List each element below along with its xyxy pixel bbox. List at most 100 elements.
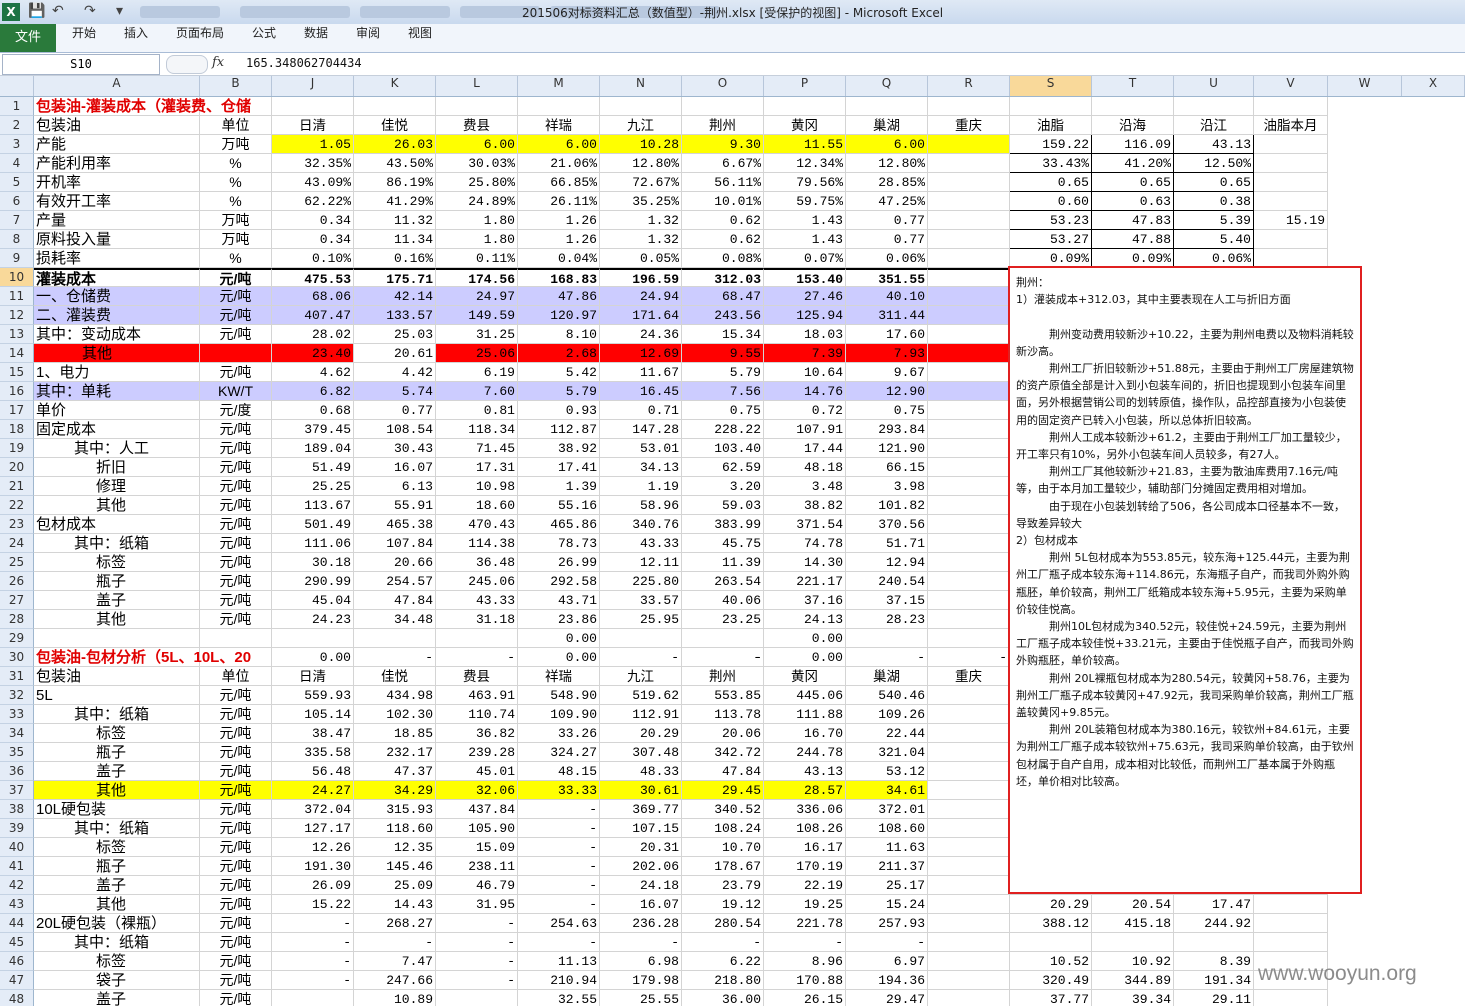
cell-l16[interactable]: 7.60: [436, 382, 518, 401]
cell-r14[interactable]: [928, 344, 1010, 363]
cell-s43[interactable]: 20.29: [1010, 895, 1092, 914]
cell-m15[interactable]: 5.42: [518, 363, 600, 382]
cell-t5[interactable]: 0.65: [1092, 173, 1174, 192]
cell-a16[interactable]: 其中：单耗: [34, 382, 200, 401]
cell-j32[interactable]: 559.93: [272, 686, 354, 705]
cell-n8[interactable]: 1.32: [600, 230, 682, 249]
cell-u3[interactable]: 43.13: [1174, 135, 1254, 154]
cell-k47[interactable]: 247.66: [354, 971, 436, 990]
row-header[interactable]: 44: [0, 914, 34, 933]
cell-o39[interactable]: 108.24: [682, 819, 764, 838]
cell-u7[interactable]: 5.39: [1174, 211, 1254, 230]
cell-k30[interactable]: -: [354, 648, 436, 667]
cell-o19[interactable]: 103.40: [682, 439, 764, 458]
cell-v44[interactable]: [1254, 914, 1328, 933]
cell-m9[interactable]: 0.04%: [518, 249, 600, 268]
cell-b41[interactable]: 元/吨: [200, 857, 272, 876]
cell-n21[interactable]: 1.19: [600, 477, 682, 496]
cell-o43[interactable]: 19.12: [682, 895, 764, 914]
cell-p22[interactable]: 38.82: [764, 496, 846, 515]
cell-l7[interactable]: 1.80: [436, 211, 518, 230]
cell-o37[interactable]: 29.45: [682, 781, 764, 800]
tab-review[interactable]: 审阅: [356, 24, 380, 52]
cell-o1[interactable]: [682, 97, 764, 116]
cell-j13[interactable]: 28.02: [272, 325, 354, 344]
cell-u5[interactable]: 0.65: [1174, 173, 1254, 192]
cell-j11[interactable]: 68.06: [272, 287, 354, 306]
cell-n36[interactable]: 48.33: [600, 762, 682, 781]
formula-input[interactable]: 165.348062704434: [246, 56, 362, 70]
row-header[interactable]: 3: [0, 135, 34, 154]
cell-q7[interactable]: 0.77: [846, 211, 928, 230]
cell-a4[interactable]: 产能利用率: [34, 154, 200, 173]
row-header[interactable]: 43: [0, 895, 34, 914]
row-header[interactable]: 26: [0, 572, 34, 591]
cell-b34[interactable]: 元/吨: [200, 724, 272, 743]
cell-v45[interactable]: [1254, 933, 1328, 952]
cell-a48[interactable]: 盖子: [34, 990, 200, 1006]
cell-k5[interactable]: 86.19%: [354, 173, 436, 192]
cell-r27[interactable]: [928, 591, 1010, 610]
cell-l6[interactable]: 24.89%: [436, 192, 518, 211]
cell-a36[interactable]: 盖子: [34, 762, 200, 781]
cell-q42[interactable]: 25.17: [846, 876, 928, 895]
row-header[interactable]: 15: [0, 363, 34, 382]
cell-p5[interactable]: 79.56%: [764, 173, 846, 192]
cell-b13[interactable]: 元/吨: [200, 325, 272, 344]
cell-o42[interactable]: 23.79: [682, 876, 764, 895]
cell-l19[interactable]: 71.45: [436, 439, 518, 458]
row-header[interactable]: 25: [0, 553, 34, 572]
cell-m45[interactable]: -: [518, 933, 600, 952]
cell-a11[interactable]: 一、仓储费: [34, 287, 200, 306]
cell-k48[interactable]: 10.89: [354, 990, 436, 1006]
cell-b39[interactable]: 元/吨: [200, 819, 272, 838]
cell-r11[interactable]: [928, 287, 1010, 306]
cell-o44[interactable]: 280.54: [682, 914, 764, 933]
cell-j48[interactable]: [272, 990, 354, 1006]
cell-q32[interactable]: 540.46: [846, 686, 928, 705]
cell-p4[interactable]: 12.34%: [764, 154, 846, 173]
cell-a35[interactable]: 瓶子: [34, 743, 200, 762]
cell-a2[interactable]: 包装油: [34, 116, 200, 135]
cell-o31[interactable]: 荆州: [682, 667, 764, 686]
cell-b47[interactable]: 元/吨: [200, 971, 272, 990]
cell-a17[interactable]: 单价: [34, 401, 200, 420]
cell-r47[interactable]: [928, 971, 1010, 990]
row-header[interactable]: 31: [0, 667, 34, 686]
cell-n7[interactable]: 1.32: [600, 211, 682, 230]
cell-j47[interactable]: -: [272, 971, 354, 990]
cell-o38[interactable]: 340.52: [682, 800, 764, 819]
cell-m48[interactable]: 32.55: [518, 990, 600, 1006]
cell-j27[interactable]: 45.04: [272, 591, 354, 610]
cell-r31[interactable]: 重庆: [928, 667, 1010, 686]
cell-m44[interactable]: 254.63: [518, 914, 600, 933]
row-header[interactable]: 42: [0, 876, 34, 895]
cell-m28[interactable]: 23.86: [518, 610, 600, 629]
cell-o14[interactable]: 9.55: [682, 344, 764, 363]
cell-b1[interactable]: [200, 97, 272, 116]
cell-r20[interactable]: [928, 458, 1010, 477]
cell-u48[interactable]: 29.11: [1174, 990, 1254, 1006]
column-header-k[interactable]: K: [354, 76, 436, 96]
cell-j5[interactable]: 43.09%: [272, 173, 354, 192]
cell-b3[interactable]: 万吨: [200, 135, 272, 154]
cell-j36[interactable]: 56.48: [272, 762, 354, 781]
cell-p42[interactable]: 22.19: [764, 876, 846, 895]
cell-r19[interactable]: [928, 439, 1010, 458]
cell-s47[interactable]: 320.49: [1010, 971, 1092, 990]
formula-controls[interactable]: [166, 55, 208, 74]
cell-a46[interactable]: 标签: [34, 952, 200, 971]
cell-v8[interactable]: [1254, 230, 1328, 249]
cell-r33[interactable]: [928, 705, 1010, 724]
row-header[interactable]: 39: [0, 819, 34, 838]
cell-n11[interactable]: 24.94: [600, 287, 682, 306]
cell-l48[interactable]: [436, 990, 518, 1006]
cell-m36[interactable]: 48.15: [518, 762, 600, 781]
cell-l12[interactable]: 149.59: [436, 306, 518, 325]
cell-v6[interactable]: [1254, 192, 1328, 211]
cell-j22[interactable]: 113.67: [272, 496, 354, 515]
column-header-l[interactable]: L: [436, 76, 518, 96]
cell-n18[interactable]: 147.28: [600, 420, 682, 439]
cell-k18[interactable]: 108.54: [354, 420, 436, 439]
cell-b40[interactable]: 元/吨: [200, 838, 272, 857]
